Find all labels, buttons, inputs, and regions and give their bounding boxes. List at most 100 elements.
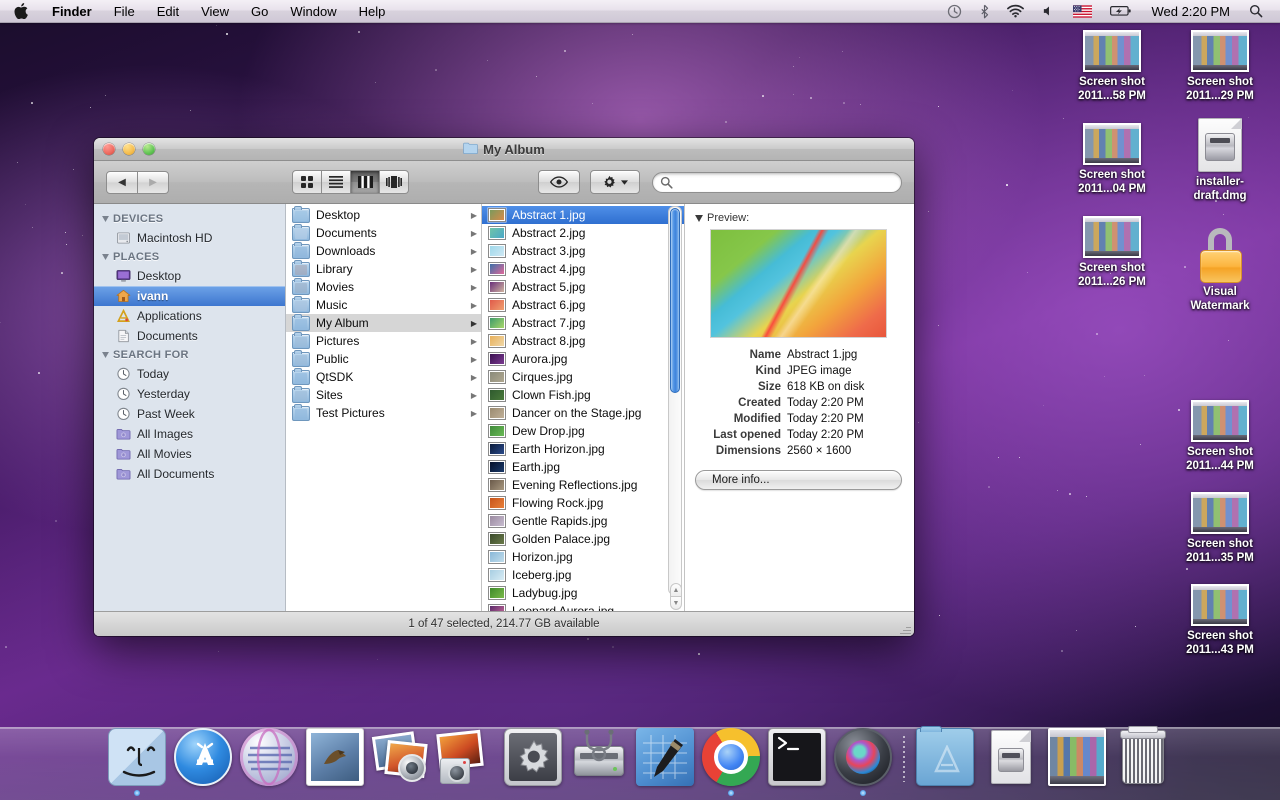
more-info-button[interactable]: More info... bbox=[695, 470, 902, 490]
dock-item-xcode[interactable] bbox=[634, 726, 696, 788]
file-row-earth-horizon-jpg[interactable]: Earth Horizon.jpg bbox=[482, 440, 684, 458]
menu-item-help[interactable]: Help bbox=[348, 0, 397, 22]
dock-item-finder[interactable] bbox=[106, 726, 168, 796]
file-list-scrollbar[interactable] bbox=[668, 206, 682, 595]
sidebar-section-header[interactable]: PLACES bbox=[94, 248, 285, 266]
menu-item-go[interactable]: Go bbox=[240, 0, 279, 22]
file-row-evening-reflections-jpg[interactable]: Evening Reflections.jpg bbox=[482, 476, 684, 494]
column-folder-row-test-pictures[interactable]: Test Pictures ▶ bbox=[286, 403, 481, 422]
menu-item-file[interactable]: File bbox=[103, 0, 146, 22]
file-row-cirques-jpg[interactable]: Cirques.jpg bbox=[482, 368, 684, 386]
column-view-button[interactable] bbox=[351, 170, 380, 194]
column-folder-row-qtsdk[interactable]: QtSDK ▶ bbox=[286, 367, 481, 386]
search-input[interactable] bbox=[652, 171, 902, 193]
sidebar-item-all-movies[interactable]: All Movies bbox=[94, 444, 285, 464]
sidebar-item-yesterday[interactable]: Yesterday bbox=[94, 384, 285, 404]
finder-window[interactable]: My Album ◀ ▶ DEVICES Macintosh HD PLACES… bbox=[94, 138, 914, 636]
dock-item-screen-shot[interactable] bbox=[1046, 726, 1108, 788]
list-view-button[interactable] bbox=[322, 170, 351, 194]
desktop-icon[interactable]: Screen shot 2011...35 PM bbox=[1166, 492, 1274, 565]
file-row-abstract-6-jpg[interactable]: Abstract 6.jpg bbox=[482, 296, 684, 314]
file-row-abstract-4-jpg[interactable]: Abstract 4.jpg bbox=[482, 260, 684, 278]
file-row-golden-palace-jpg[interactable]: Golden Palace.jpg bbox=[482, 530, 684, 548]
file-row-clown-fish-jpg[interactable]: Clown Fish.jpg bbox=[482, 386, 684, 404]
volume-icon[interactable] bbox=[1033, 0, 1064, 22]
sidebar-item-documents[interactable]: Documents bbox=[94, 326, 285, 346]
column-folder-row-library[interactable]: Library ▶ bbox=[286, 259, 481, 278]
dock-item-app-store[interactable] bbox=[172, 726, 234, 788]
file-row-dew-drop-jpg[interactable]: Dew Drop.jpg bbox=[482, 422, 684, 440]
menu-item-window[interactable]: Window bbox=[279, 0, 347, 22]
sidebar-item-ivann[interactable]: ivann bbox=[94, 286, 285, 306]
dock-item-terminal[interactable] bbox=[766, 726, 828, 788]
sidebar-item-macintosh-hd[interactable]: Macintosh HD bbox=[94, 228, 285, 248]
file-row-gentle-rapids-jpg[interactable]: Gentle Rapids.jpg bbox=[482, 512, 684, 530]
desktop-icon[interactable]: Screen shot 2011...04 PM bbox=[1058, 123, 1166, 196]
apple-menu[interactable] bbox=[0, 0, 41, 22]
back-button[interactable]: ◀ bbox=[106, 170, 138, 194]
column-folders[interactable]: Desktop ▶ Documents ▶ Downloads ▶ Library ▶ Movi… bbox=[286, 204, 482, 611]
bluetooth-icon[interactable] bbox=[971, 0, 998, 22]
dock-item-mail[interactable] bbox=[304, 726, 366, 788]
desktop-icon[interactable]: Screen shot 2011...58 PM bbox=[1058, 30, 1166, 103]
window-title-bar[interactable]: My Album bbox=[94, 138, 914, 161]
wifi-icon[interactable] bbox=[998, 0, 1033, 22]
desktop-icon[interactable]: Screen shot 2011...43 PM bbox=[1166, 584, 1274, 657]
sidebar-item-today[interactable]: Today bbox=[94, 364, 285, 384]
column-folder-row-documents[interactable]: Documents ▶ bbox=[286, 223, 481, 242]
sidebar-item-desktop[interactable]: Desktop bbox=[94, 266, 285, 286]
dock-item-google-chrome[interactable] bbox=[700, 726, 762, 796]
close-button[interactable] bbox=[103, 143, 115, 155]
dock-item-installer-draft-dmg[interactable] bbox=[980, 726, 1042, 788]
menu-item-finder[interactable]: Finder bbox=[41, 0, 103, 22]
file-row-abstract-5-jpg[interactable]: Abstract 5.jpg bbox=[482, 278, 684, 296]
menu-item-edit[interactable]: Edit bbox=[146, 0, 190, 22]
desktop-icon[interactable]: Screen shot 2011...29 PM bbox=[1166, 30, 1274, 103]
file-row-abstract-8-jpg[interactable]: Abstract 8.jpg bbox=[482, 332, 684, 350]
sidebar-section-header[interactable]: SEARCH FOR bbox=[94, 346, 285, 364]
sidebar-item-past-week[interactable]: Past Week bbox=[94, 404, 285, 424]
file-row-leopard-aurora-jpg[interactable]: Leopard Aurora.jpg bbox=[482, 602, 684, 611]
dock-item-system-preferences[interactable] bbox=[502, 726, 564, 788]
file-row-ladybug-jpg[interactable]: Ladybug.jpg bbox=[482, 584, 684, 602]
column-folder-row-music[interactable]: Music ▶ bbox=[286, 295, 481, 314]
battery-icon[interactable] bbox=[1101, 0, 1141, 22]
search-icon[interactable] bbox=[1240, 0, 1272, 22]
file-row-flowing-rock-jpg[interactable]: Flowing Rock.jpg bbox=[482, 494, 684, 512]
sidebar-item-applications[interactable]: Applications bbox=[94, 306, 285, 326]
coverflow-view-button[interactable] bbox=[380, 170, 409, 194]
scroll-up-button[interactable]: ▲ bbox=[670, 583, 682, 597]
desktop-icon[interactable]: Screen shot 2011...44 PM bbox=[1166, 400, 1274, 473]
file-row-abstract-2-jpg[interactable]: Abstract 2.jpg bbox=[482, 224, 684, 242]
file-row-iceberg-jpg[interactable]: Iceberg.jpg bbox=[482, 566, 684, 584]
file-row-horizon-jpg[interactable]: Horizon.jpg bbox=[482, 548, 684, 566]
dock-item-applications[interactable] bbox=[914, 726, 976, 788]
action-gear-button[interactable] bbox=[590, 170, 640, 194]
resize-handle[interactable] bbox=[899, 622, 912, 635]
column-folder-row-sites[interactable]: Sites ▶ bbox=[286, 385, 481, 404]
column-files[interactable]: Abstract 1.jpg Abstract 2.jpg Abstract 3.j… bbox=[482, 204, 685, 611]
sidebar-section-header[interactable]: DEVICES bbox=[94, 210, 285, 228]
dock-item-camera[interactable] bbox=[832, 726, 894, 796]
dock-item-iphoto[interactable] bbox=[370, 726, 432, 788]
zoom-button[interactable] bbox=[143, 143, 155, 155]
time-machine-icon[interactable] bbox=[938, 0, 971, 22]
file-row-abstract-1-jpg[interactable]: Abstract 1.jpg bbox=[482, 206, 684, 224]
dock-item-preview[interactable] bbox=[436, 726, 498, 788]
desktop-icon[interactable]: Screen shot 2011...26 PM bbox=[1058, 216, 1166, 289]
dock-item-eclipse[interactable] bbox=[238, 726, 300, 788]
dock-item-trash[interactable] bbox=[1112, 726, 1174, 788]
file-row-abstract-3-jpg[interactable]: Abstract 3.jpg bbox=[482, 242, 684, 260]
minimize-button[interactable] bbox=[123, 143, 135, 155]
file-row-abstract-7-jpg[interactable]: Abstract 7.jpg bbox=[482, 314, 684, 332]
column-folder-row-public[interactable]: Public ▶ bbox=[286, 349, 481, 368]
column-folder-row-my-album[interactable]: My Album ▶ bbox=[286, 313, 481, 332]
column-folder-row-pictures[interactable]: Pictures ▶ bbox=[286, 331, 481, 350]
icon-view-button[interactable] bbox=[292, 170, 322, 194]
scrollbar-thumb[interactable] bbox=[670, 208, 680, 393]
forward-button[interactable]: ▶ bbox=[138, 170, 169, 194]
scroll-down-button[interactable]: ▼ bbox=[670, 597, 682, 610]
desktop-icon[interactable]: installer-draft.dmg bbox=[1166, 118, 1274, 203]
file-row-earth-jpg[interactable]: Earth.jpg bbox=[482, 458, 684, 476]
desktop-icon[interactable]: Visual Watermark bbox=[1166, 228, 1274, 313]
